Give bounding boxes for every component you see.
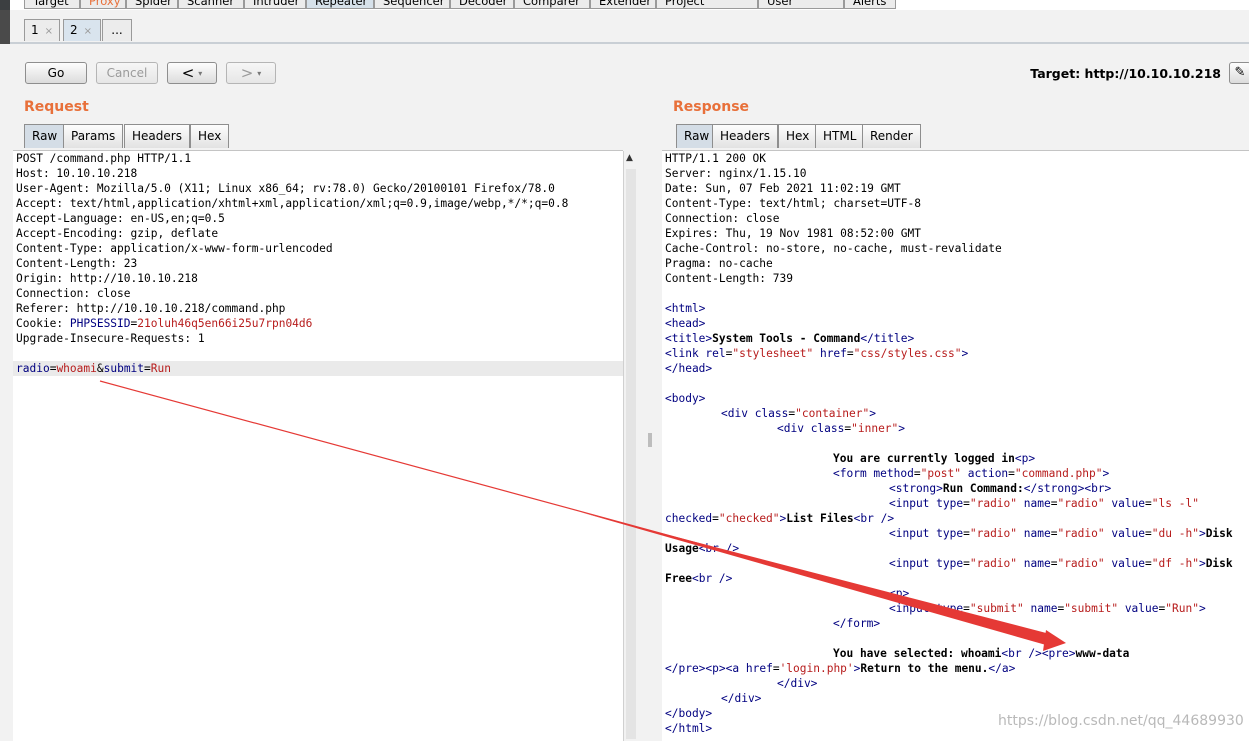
watermark: https://blog.csdn.net/qq_44689930 <box>998 713 1244 729</box>
annotation-arrow <box>99 380 1066 651</box>
